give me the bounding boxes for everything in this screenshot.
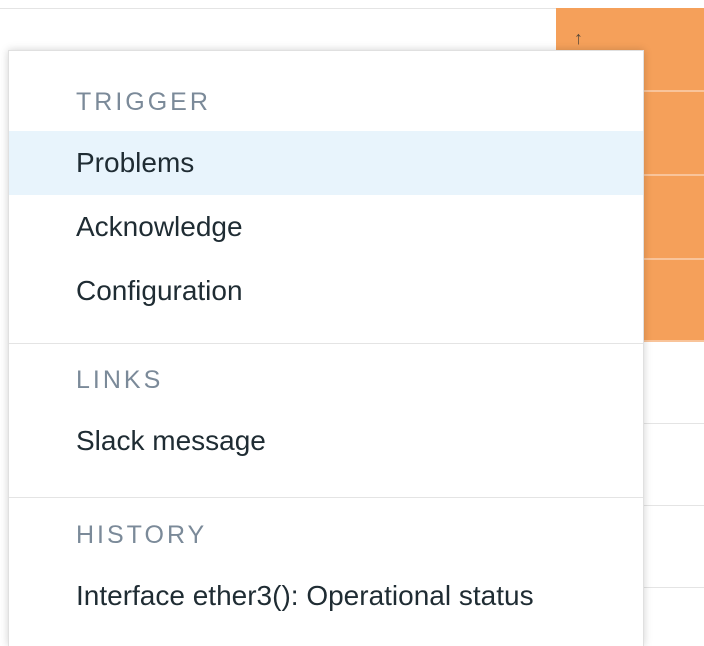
menu-item-configuration[interactable]: Configuration [9,259,643,323]
sort-up-icon[interactable]: ↑ [574,29,588,47]
screen: ↑ TRIGGER Problems Acknowledge Configura… [0,0,704,646]
menu-item-problems[interactable]: Problems [9,131,643,195]
menu-item-slack-message[interactable]: Slack message [9,409,643,473]
menu-item-interface-history[interactable]: Interface ether3(): Operational status [9,564,643,628]
menu-section-links: LINKS Slack message [9,344,643,497]
section-header-history: HISTORY [76,521,208,549]
table-border [0,8,556,9]
menu-section-trigger: TRIGGER Problems Acknowledge Configurati… [9,51,643,343]
menu-section-history: HISTORY Interface ether3(): Operational … [9,498,643,628]
menu-item-acknowledge[interactable]: Acknowledge [9,195,643,259]
section-header-links: LINKS [76,366,164,394]
section-header-trigger: TRIGGER [76,88,211,116]
context-menu-popup: TRIGGER Problems Acknowledge Configurati… [8,50,644,646]
